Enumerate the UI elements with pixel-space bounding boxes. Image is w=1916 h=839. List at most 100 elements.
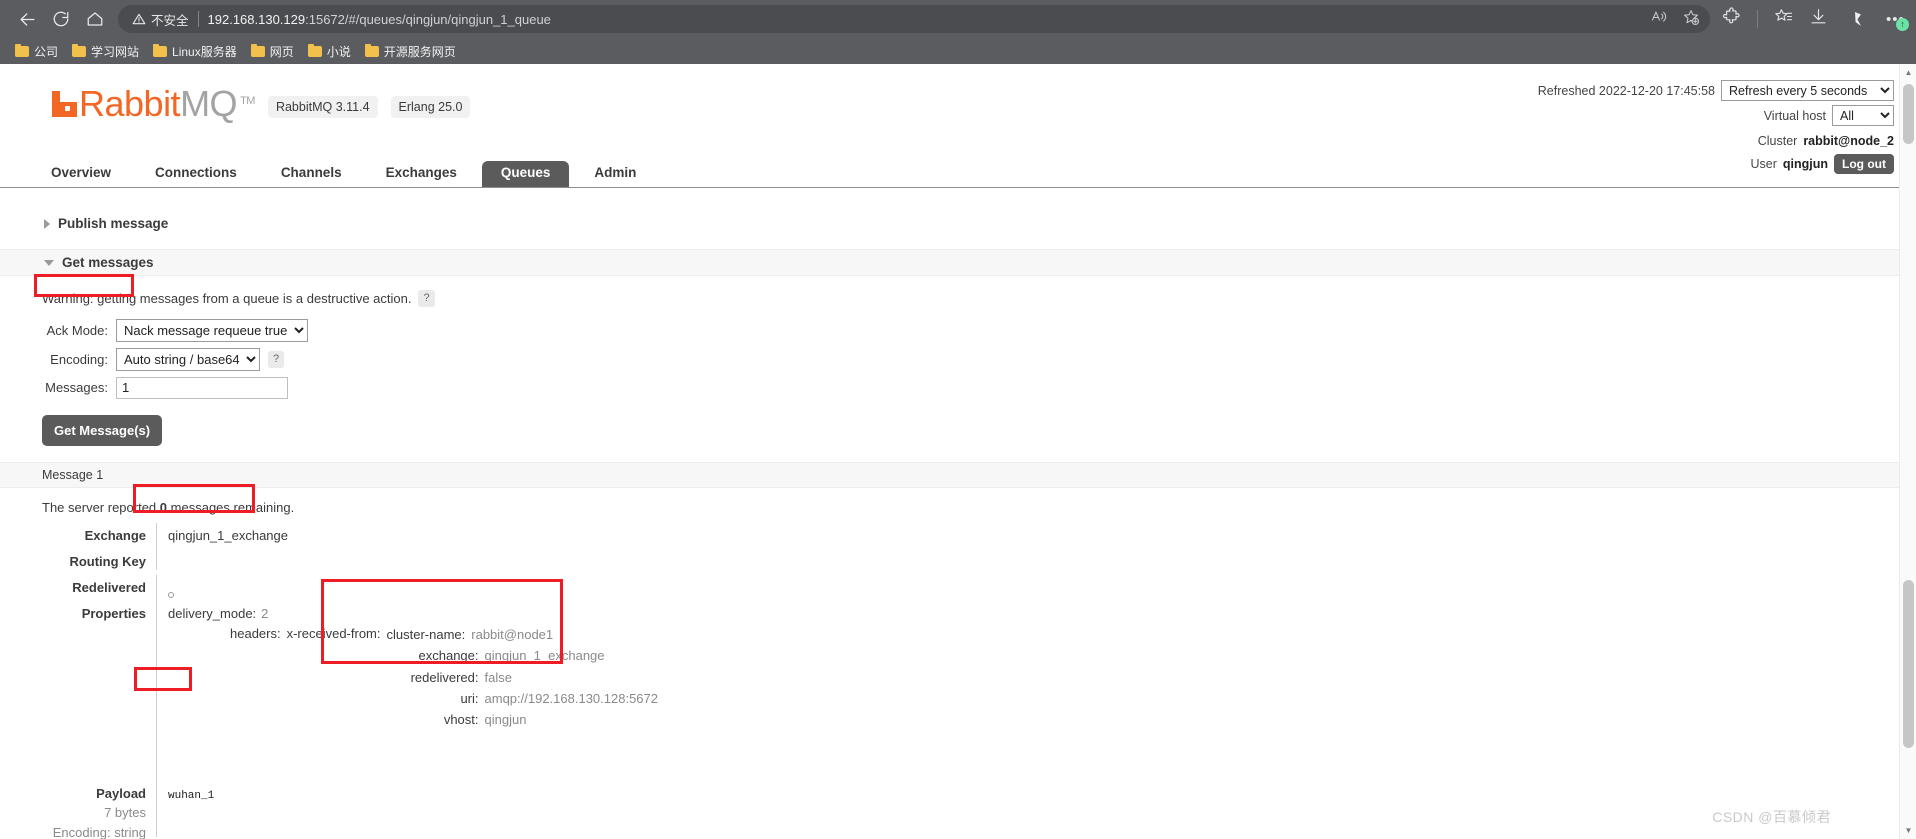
browser-chrome: 不安全 192.168.130.129:15672/#/queues/qingj… (0, 0, 1916, 64)
routing-key-value (156, 548, 1899, 570)
main-nav: Overview Connections Channels Exchanges … (0, 161, 1899, 188)
bookmark-label: 小说 (326, 44, 351, 59)
chevron-down-icon (44, 259, 54, 266)
scroll-up-arrow[interactable]: ▲ (1900, 64, 1916, 81)
refresh-interval-select[interactable]: Refresh every 5 secondsRefresh every 30 … (1721, 80, 1894, 101)
logo-rabbit-text: Rabbit (79, 83, 181, 124)
ack-mode-select[interactable]: Nack message requeue trueAutomatic ackRe… (116, 318, 308, 342)
watermark: CSDN @百慕倾君 (1712, 809, 1831, 825)
publish-message-label: Publish message (58, 216, 169, 231)
header-row: redelivered: false (387, 667, 658, 688)
tab-connections[interactable]: Connections (136, 161, 256, 187)
bookmark-label: 公司 (34, 44, 59, 59)
address-bar[interactable]: 不安全 192.168.130.129:15672/#/queues/qingj… (118, 5, 1710, 33)
message-detail-table: Exchange qingjun_1_exchange Routing Key … (0, 522, 1899, 839)
payload-value: wuhan_1 (168, 789, 215, 802)
payload-size: 7 bytes (104, 805, 146, 821)
tab-overview[interactable]: Overview (32, 161, 130, 187)
bookmark-item[interactable]: 网页 (245, 41, 302, 62)
url-text: 192.168.130.129:15672/#/queues/qingjun/q… (208, 12, 551, 27)
favorites-list-icon[interactable] (1774, 7, 1793, 31)
server-remaining-prefix: The server reported (42, 499, 157, 515)
payload-encoding: Encoding: string (52, 824, 146, 839)
delivery-mode-key: delivery_mode: (168, 606, 257, 622)
brand-row: Rabbit MQ TM RabbitMQ 3.11.4 Erlang 25.0 (52, 86, 471, 122)
server-remaining-line: The server reported 0 messages remaining… (0, 488, 1899, 523)
add-favorite-icon[interactable] (1682, 8, 1700, 31)
header-value: qingjun_1_exchange (484, 648, 605, 664)
header-row: exchange: qingjun_1_exchange (387, 645, 658, 666)
properties-key: Properties (81, 606, 146, 622)
server-remaining-suffix: messages remaining. (170, 499, 295, 515)
exchange-value: qingjun_1_exchange (156, 522, 1899, 549)
scroll-down-arrow[interactable]: ▼ (1900, 822, 1916, 839)
vhost-select[interactable]: All/qingjun (1832, 105, 1894, 126)
vhost-label: Virtual host (1763, 108, 1826, 123)
chevron-right-icon (44, 218, 50, 229)
header-key: exchange: (418, 648, 479, 664)
bookmark-item[interactable]: 小说 (302, 41, 359, 62)
get-messages-form: Ack Mode: Nack message requeue trueAutom… (0, 318, 1899, 399)
profile-avatar[interactable] (1844, 7, 1868, 31)
folder-icon (15, 44, 29, 57)
header-row: cluster-name: rabbit@node1 (387, 624, 658, 645)
redelivered-key: Redelivered (72, 580, 146, 596)
refreshed-timestamp: Refreshed 2022-12-20 17:45:58 (1537, 83, 1715, 98)
header-key: vhost: (443, 711, 479, 727)
redelivered-row: Redelivered (42, 575, 1899, 602)
publish-message-section-toggle[interactable]: Publish message (0, 211, 1899, 236)
folder-icon (307, 44, 322, 57)
get-messages-section-toggle[interactable]: Get messages (0, 249, 1899, 276)
bookmark-item[interactable]: Linux服务器 (147, 41, 245, 62)
encoding-select[interactable]: Auto string / base64base64 (116, 347, 260, 371)
security-warning[interactable]: 不安全 (128, 10, 189, 29)
page-scrollbar[interactable]: ▲ ▼ (1899, 64, 1916, 839)
reload-icon[interactable] (44, 4, 78, 34)
header-key: cluster-name: (386, 627, 466, 643)
tab-queues[interactable]: Queues (481, 161, 570, 187)
server-remaining-count: 0 (159, 499, 168, 515)
messages-label: Messages: (45, 380, 108, 396)
ack-mode-row: Ack Mode: Nack message requeue trueAutom… (42, 318, 1899, 342)
header-row: uri: amqp://192.168.130.128:5672 (387, 688, 658, 709)
warning-help-icon[interactable]: ? (418, 290, 435, 307)
bookmark-item[interactable]: 学习网站 (66, 41, 147, 62)
cluster-row: Cluster rabbit@node_2 (1538, 130, 1894, 151)
header-row: vhost: qingjun (387, 709, 658, 730)
messages-count-input[interactable] (116, 376, 288, 399)
back-icon[interactable] (10, 4, 44, 34)
encoding-label: Encoding: (50, 351, 108, 367)
redelivered-value (156, 575, 1899, 602)
browser-toolbar: 不安全 192.168.130.129:15672/#/queues/qingj… (0, 0, 1916, 38)
warning-text: Warning: getting messages from a queue i… (42, 290, 412, 306)
exchange-key: Exchange (84, 527, 146, 543)
bookmark-label: 开源服务网页 (383, 44, 456, 59)
scrollbar-thumb[interactable] (1903, 84, 1914, 144)
payload-row: Payload 7 bytes Encoding: string wuhan_1 (42, 780, 1899, 839)
browser-menu-icon[interactable]: ••• ↑ (1884, 8, 1909, 31)
bookmark-label: 网页 (269, 44, 294, 59)
properties-row: Properties delivery_mode: 2 headers: x-r… (42, 601, 1899, 781)
read-aloud-icon[interactable] (1651, 8, 1668, 30)
encoding-help-icon[interactable]: ? (268, 350, 285, 368)
home-icon[interactable] (78, 4, 112, 34)
folder-icon (72, 44, 87, 57)
payload-label: Payload (96, 785, 146, 801)
tab-admin[interactable]: Admin (575, 161, 655, 187)
x-received-from-key: x-received-from: (286, 626, 381, 642)
logo-mq-text: MQ (180, 83, 238, 124)
tab-channels[interactable]: Channels (262, 161, 361, 187)
tab-exchanges[interactable]: Exchanges (367, 161, 476, 187)
rabbitmq-management-page: Rabbit MQ TM RabbitMQ 3.11.4 Erlang 25.0 R… (0, 64, 1899, 839)
get-messages-button[interactable]: Get Message(s) (42, 414, 163, 446)
bookmark-item[interactable]: 开源服务网页 (359, 41, 464, 62)
circle-icon (168, 592, 174, 599)
bookmark-item[interactable]: 公司 (9, 41, 66, 62)
headers-line: headers: x-received-from: cluster-name: … (168, 624, 1899, 729)
scrollbar-thumb-secondary[interactable] (1903, 580, 1914, 748)
header-key: uri: (460, 690, 479, 706)
ack-mode-label: Ack Mode: (46, 322, 108, 338)
rabbitmq-logo[interactable]: Rabbit MQ TM (52, 86, 255, 122)
extensions-icon[interactable] (1722, 7, 1741, 31)
downloads-icon[interactable] (1809, 7, 1828, 31)
